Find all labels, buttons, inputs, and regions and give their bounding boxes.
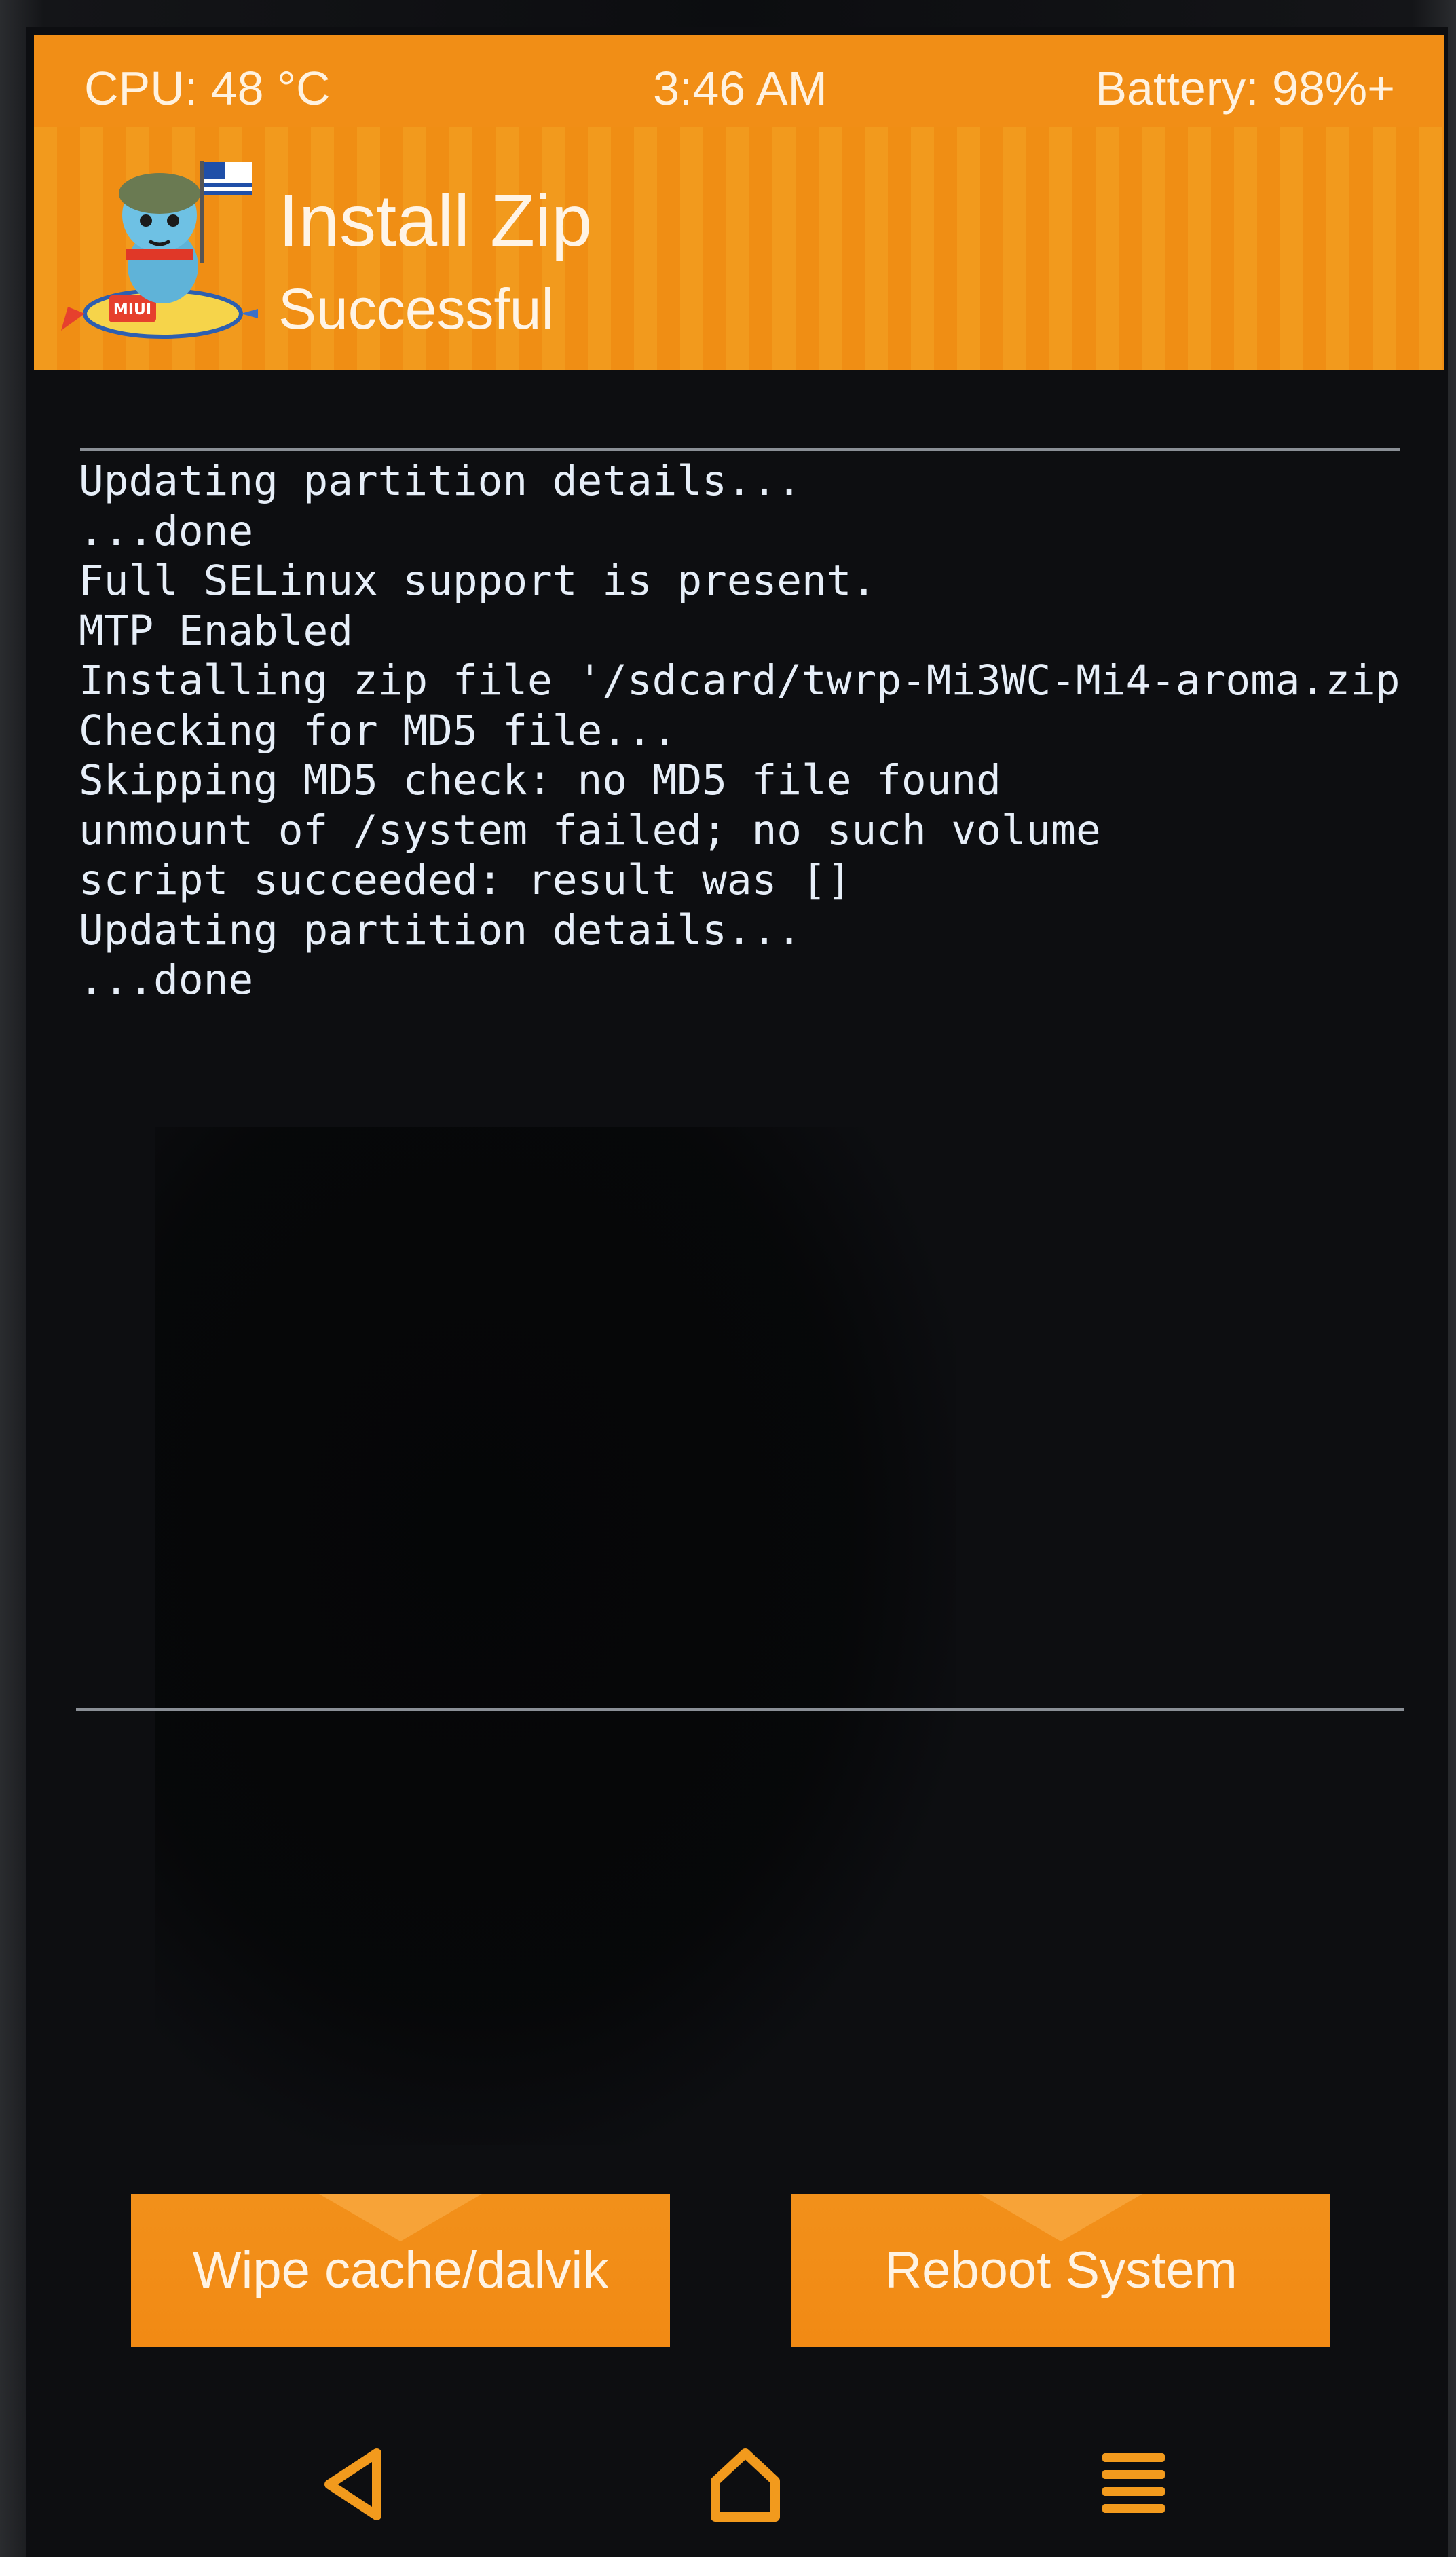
console-bottom-divider (76, 1708, 1404, 1711)
clock: 3:46 AM (653, 62, 827, 115)
back-triangle-icon[interactable] (314, 2444, 396, 2525)
page-header: MIUI Install Zip Successful (34, 127, 1444, 370)
console-line: ...done (79, 506, 254, 555)
status-bar: CPU: 48 °C 3:46 AM Battery: 98%+ (34, 35, 1444, 127)
console-line: Updating partition details... (79, 906, 802, 954)
wipe-cache-dalvik-button[interactable]: Wipe cache/dalvik (131, 2194, 670, 2347)
page-title: Install Zip (278, 179, 593, 261)
console-line: unmount of /system failed; no such volum… (79, 806, 1101, 855)
console-line: Full SELinux support is present. (79, 557, 877, 605)
console-line: Skipping MD5 check: no MD5 file found (79, 756, 1001, 804)
logo-text: MIUI (113, 301, 151, 318)
cpu-temperature: CPU: 48 °C (84, 62, 331, 115)
reflection-shadow (155, 1127, 956, 2145)
recovery-screen: CPU: 48 °C 3:46 AM Battery: 98%+ MIUI In… (26, 27, 1448, 2557)
miui-mascot-logo: MIUI (61, 161, 258, 339)
battery-status: Battery: 98%+ (1095, 62, 1395, 115)
console-log: Updating partition details... ...done Fu… (79, 456, 1409, 1005)
console-line: ...done (79, 956, 254, 1004)
console-line: MTP Enabled (79, 606, 353, 655)
page-subtitle: Successful (278, 277, 555, 341)
console-top-divider (80, 448, 1400, 451)
home-icon[interactable] (705, 2444, 786, 2525)
console-line: Checking for MD5 file... (79, 706, 677, 755)
console-line: script succeeded: result was [] (79, 856, 852, 904)
console-line: Updating partition details... (79, 457, 802, 505)
reboot-system-button[interactable]: Reboot System (791, 2194, 1330, 2347)
menu-icon[interactable] (1093, 2444, 1174, 2525)
console-line: Installing zip file '/sdcard/twrp-Mi3WC-… (79, 656, 1400, 705)
